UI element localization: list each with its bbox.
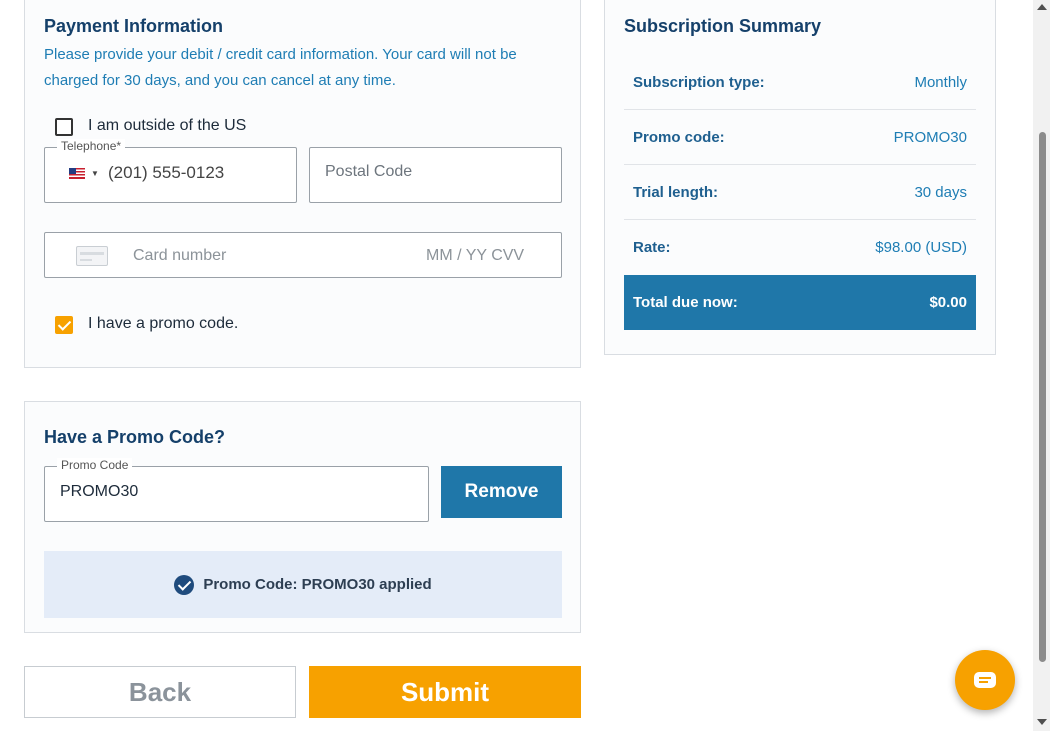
scrollbar-thumb[interactable] [1039,132,1046,662]
postal-code-field[interactable]: Postal Code [309,147,562,203]
credit-card-icon [76,246,108,266]
summary-row-label: Rate: [633,239,671,256]
submit-button[interactable]: Submit [309,666,581,718]
summary-row-value: PROMO30 [893,128,967,146]
summary-row-value: 30 days [914,183,967,201]
card-input[interactable]: Card number MM / YY CVV [44,232,562,278]
postal-code-placeholder: Postal Code [325,163,413,180]
summary-row: Rate: $98.00 (USD) [624,220,976,275]
outside-us-checkbox[interactable] [55,118,73,136]
scroll-up-arrow-icon[interactable] [1037,4,1047,10]
payment-description: Please provide your debit / credit card … [44,46,517,89]
summary-title: Subscription Summary [624,16,822,36]
summary-total-value: $0.00 [929,294,967,311]
promo-title: Have a Promo Code? [44,427,226,447]
payment-title: Payment Information [44,16,224,36]
telephone-value: (201) 555-0123 [108,163,225,182]
card-number-placeholder: Card number [133,247,227,264]
summary-row-value: $98.00 (USD) [875,239,967,256]
summary-total-label: Total due now: [633,294,738,311]
summary-row-label: Trial length: [633,183,719,201]
us-flag-icon[interactable] [69,168,85,179]
outside-us-label[interactable]: I am outside of the US [88,117,246,135]
summary-row-value: Monthly [914,73,967,91]
promo-code-input[interactable]: Promo Code PROMO30 [44,458,429,522]
scroll-down-arrow-icon[interactable] [1037,719,1047,725]
chat-launcher-button[interactable] [955,650,1015,710]
summary-row: Promo code: PROMO30 [624,110,976,165]
telephone-field[interactable]: Telephone* ▼ (201) 555-0123 [44,139,297,203]
country-caret-icon[interactable]: ▼ [91,169,99,178]
promo-applied-text: Promo Code: PROMO30 applied [203,576,432,593]
promo-code-label: Promo Code [57,458,133,472]
chat-icon [974,672,996,688]
promo-code-value: PROMO30 [60,483,139,500]
check-circle-icon [174,574,195,595]
telephone-label: Telephone* [57,139,126,153]
summary-row: Subscription type: Monthly [624,55,976,110]
promo-code-checkbox[interactable] [55,316,73,334]
summary-row: Trial length: 30 days [624,165,976,220]
summary-row-label: Promo code: [633,128,725,146]
remove-promo-button[interactable]: Remove [441,466,562,518]
summary-row-label: Subscription type: [633,73,765,91]
back-button[interactable]: Back [24,666,296,718]
promo-code-checkbox-label[interactable]: I have a promo code. [88,315,238,333]
promo-applied-banner: Promo Code: PROMO30 applied [44,551,562,618]
expiry-cvv-placeholder: MM / YY CVV [426,247,525,264]
summary-total-row: Total due now: $0.00 [624,275,976,330]
page-scrollbar[interactable] [1033,0,1050,731]
